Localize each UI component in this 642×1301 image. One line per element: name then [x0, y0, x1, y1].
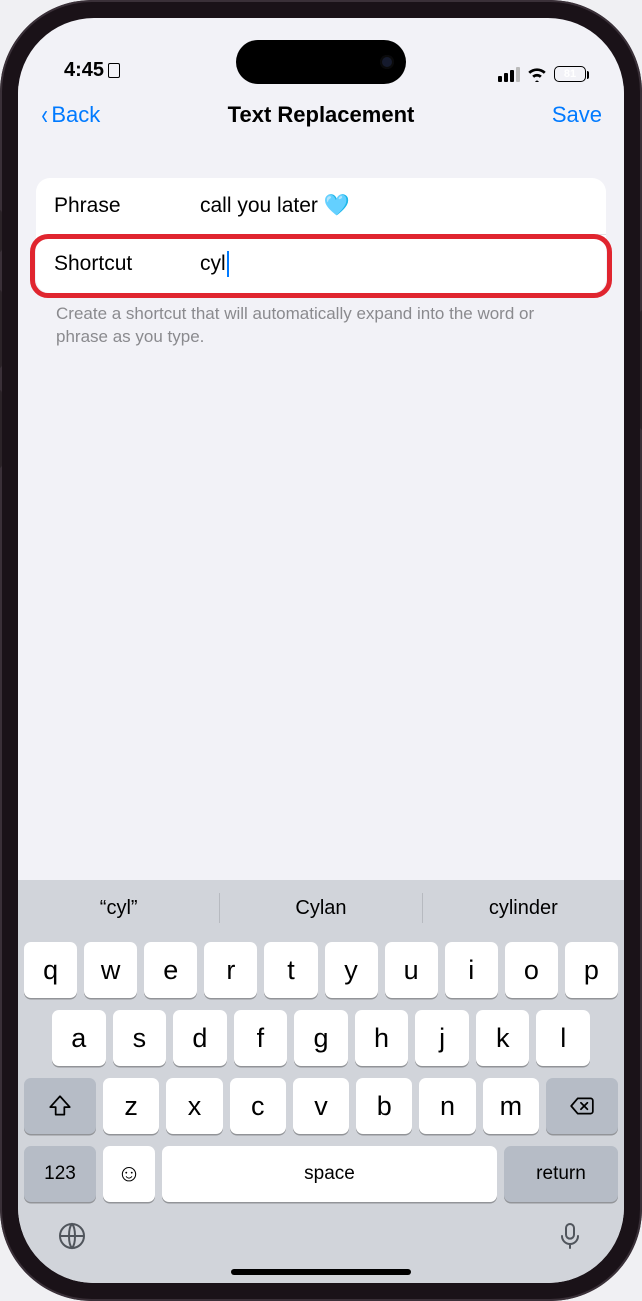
key-d[interactable]: d — [173, 1010, 227, 1066]
key-g[interactable]: g — [294, 1010, 348, 1066]
keyboard-bottom-bar — [18, 1208, 624, 1259]
cellular-bars-icon — [498, 67, 520, 82]
key-row-3: z x c v b n m — [18, 1072, 624, 1140]
key-u[interactable]: u — [385, 942, 438, 998]
back-label: Back — [51, 102, 100, 128]
key-x[interactable]: x — [166, 1078, 222, 1134]
keyboard: “cyl” Cylan cylinder q w e r t y u i o p… — [18, 880, 624, 1283]
key-t[interactable]: t — [264, 942, 317, 998]
camera-dot — [380, 55, 394, 69]
key-b[interactable]: b — [356, 1078, 412, 1134]
wifi-icon — [526, 66, 548, 82]
page-title: Text Replacement — [18, 102, 624, 128]
phrase-label: Phrase — [54, 194, 200, 218]
suggestion-2[interactable]: cylinder — [423, 897, 624, 920]
key-row-4: 123 ☺ space return — [18, 1140, 624, 1208]
form-card: Phrase call you later 🩵 Shortcut cyl — [36, 178, 606, 293]
suggestion-1[interactable]: Cylan — [220, 897, 421, 920]
numbers-key[interactable]: 123 — [24, 1146, 96, 1202]
globe-icon — [56, 1220, 88, 1252]
battery-icon: 81 — [554, 66, 586, 82]
dictation-key[interactable] — [554, 1220, 586, 1257]
key-z[interactable]: z — [103, 1078, 159, 1134]
space-key[interactable]: space — [162, 1146, 497, 1202]
phrase-input[interactable]: call you later 🩵 — [200, 194, 588, 218]
screen: 4:45 81 ‹ Back Text Replacement Save Phr… — [18, 18, 624, 1283]
key-a[interactable]: a — [52, 1010, 106, 1066]
shift-key[interactable] — [24, 1078, 96, 1134]
emoji-icon: ☺ — [117, 1160, 142, 1188]
key-o[interactable]: o — [505, 942, 558, 998]
chevron-left-icon: ‹ — [41, 101, 48, 129]
device-frame: 4:45 81 ‹ Back Text Replacement Save Phr… — [0, 0, 642, 1301]
key-h[interactable]: h — [355, 1010, 409, 1066]
status-time: 4:45 — [64, 59, 104, 82]
dynamic-island — [236, 40, 406, 84]
key-n[interactable]: n — [419, 1078, 475, 1134]
key-s[interactable]: s — [113, 1010, 167, 1066]
key-y[interactable]: y — [325, 942, 378, 998]
key-k[interactable]: k — [476, 1010, 530, 1066]
suggestion-bar: “cyl” Cylan cylinder — [18, 880, 624, 936]
shortcut-input[interactable]: cyl — [200, 252, 226, 276]
key-w[interactable]: w — [84, 942, 137, 998]
volume-down — [0, 390, 2, 468]
nav-bar: ‹ Back Text Replacement Save — [18, 86, 624, 144]
emoji-key[interactable]: ☺ — [103, 1146, 155, 1202]
suggestion-0[interactable]: “cyl” — [18, 897, 219, 920]
globe-key[interactable] — [56, 1220, 88, 1257]
key-f[interactable]: f — [234, 1010, 288, 1066]
key-i[interactable]: i — [445, 942, 498, 998]
key-v[interactable]: v — [293, 1078, 349, 1134]
home-indicator[interactable] — [231, 1269, 411, 1275]
phrase-row[interactable]: Phrase call you later 🩵 — [36, 178, 606, 234]
mute-switch — [0, 210, 2, 252]
key-j[interactable]: j — [415, 1010, 469, 1066]
shortcut-label: Shortcut — [54, 252, 200, 276]
key-m[interactable]: m — [483, 1078, 539, 1134]
key-row-1: q w e r t y u i o p — [18, 936, 624, 1004]
battery-level: 81 — [564, 68, 576, 80]
backspace-key[interactable] — [546, 1078, 618, 1134]
key-e[interactable]: e — [144, 942, 197, 998]
text-cursor — [227, 251, 229, 277]
content-area: Phrase call you later 🩵 Shortcut cyl Cre… — [18, 144, 624, 880]
back-button[interactable]: ‹ Back — [40, 101, 100, 129]
save-button[interactable]: Save — [552, 102, 602, 128]
shift-icon — [47, 1093, 73, 1119]
key-q[interactable]: q — [24, 942, 77, 998]
key-p[interactable]: p — [565, 942, 618, 998]
key-l[interactable]: l — [536, 1010, 590, 1066]
return-key[interactable]: return — [504, 1146, 618, 1202]
backspace-icon — [569, 1093, 595, 1119]
key-row-2: a s d f g h j k l — [18, 1004, 624, 1072]
mic-icon — [554, 1220, 586, 1252]
shortcut-row[interactable]: Shortcut cyl — [36, 235, 606, 293]
volume-up — [0, 290, 2, 368]
key-r[interactable]: r — [204, 942, 257, 998]
card-icon — [108, 63, 120, 78]
hint-text: Create a shortcut that will automaticall… — [36, 293, 606, 349]
key-c[interactable]: c — [230, 1078, 286, 1134]
